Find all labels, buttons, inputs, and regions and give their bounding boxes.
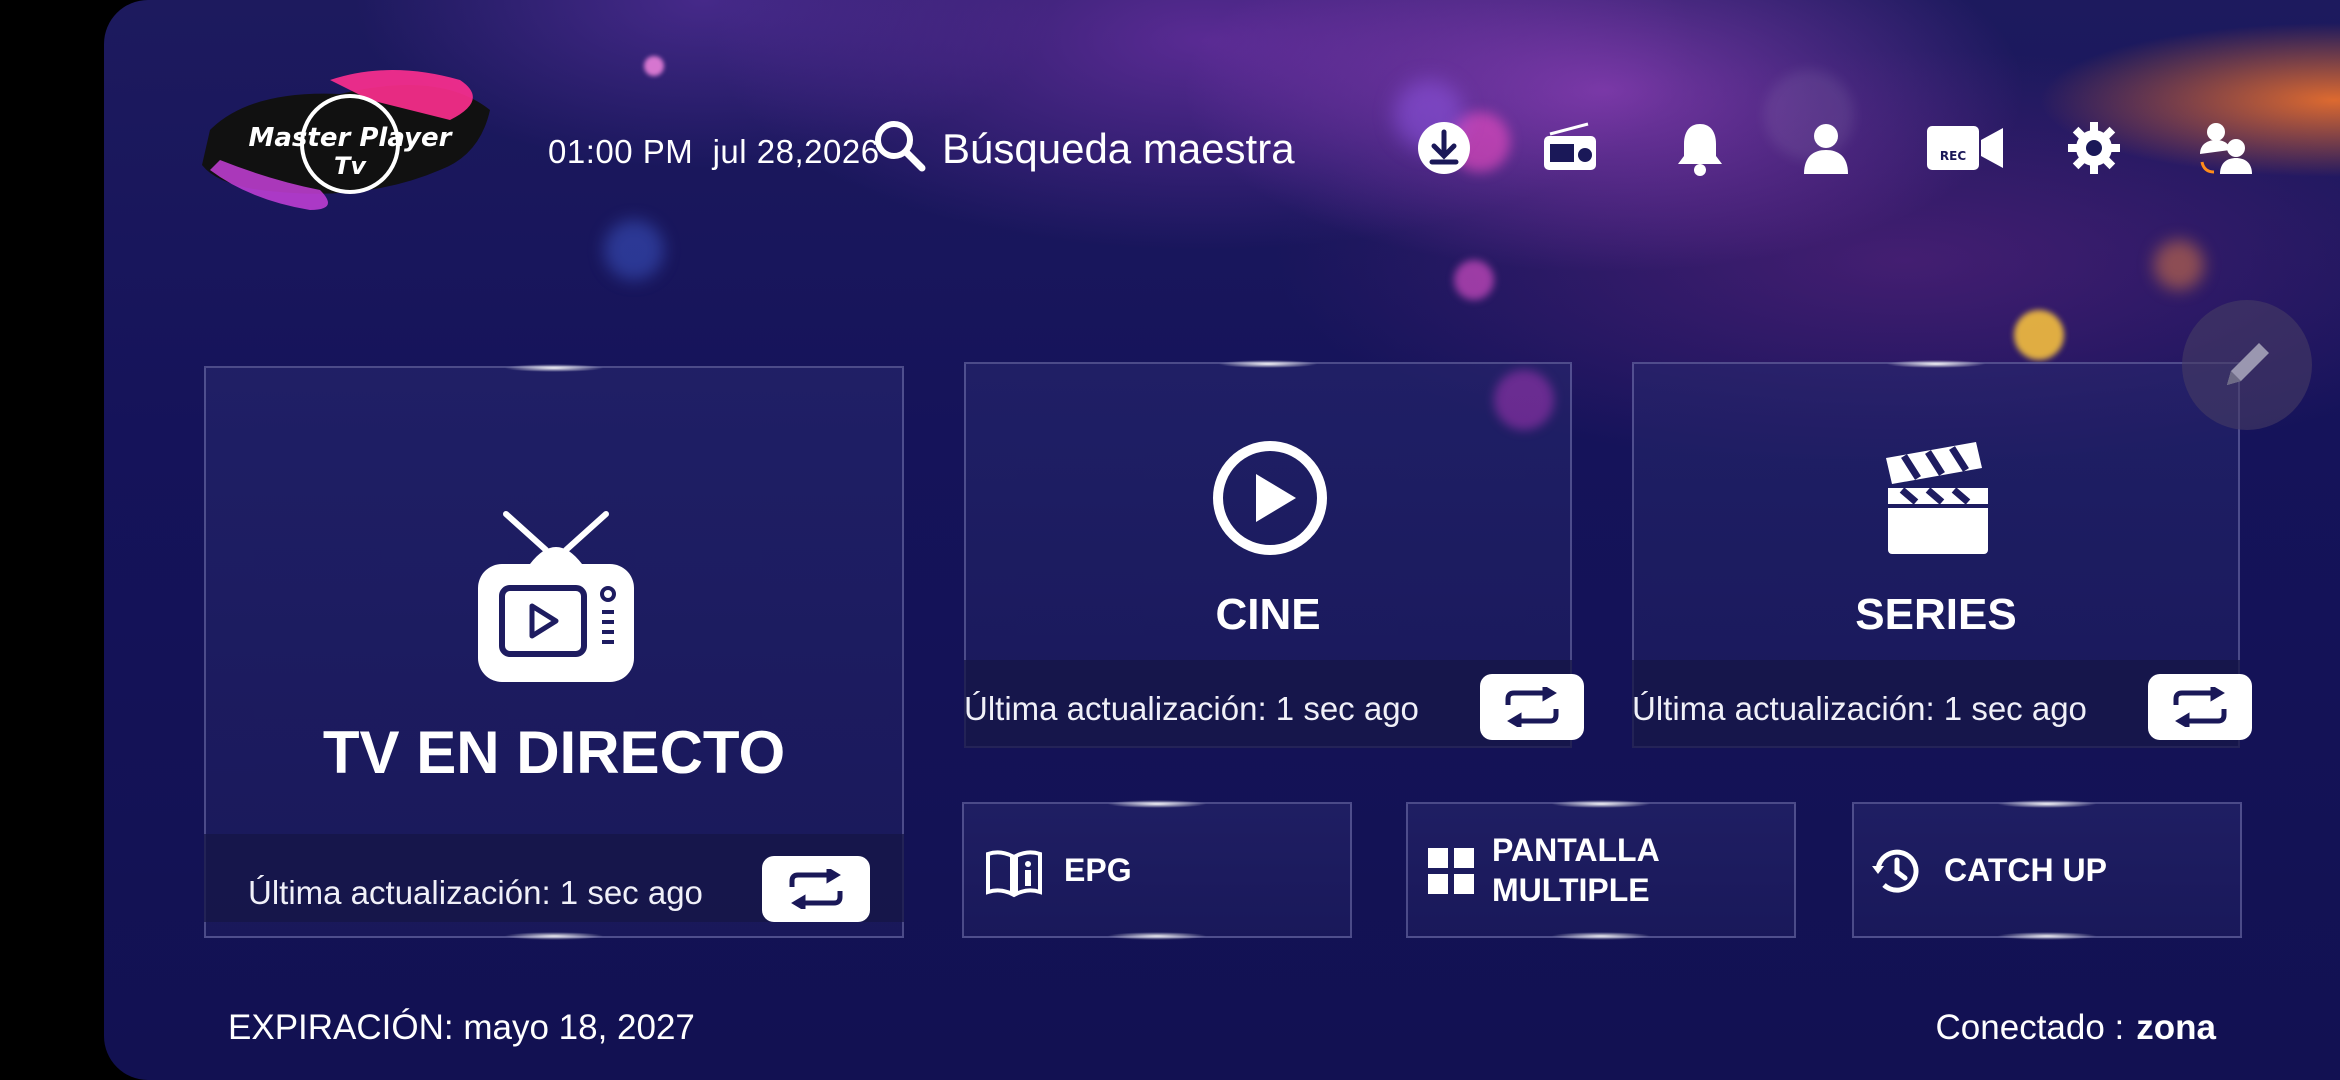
connected-label: Conectado :: [1935, 1008, 2125, 1047]
refresh-icon: [1505, 687, 1559, 727]
bokeh-light: [1454, 260, 1494, 300]
series-update-text: Última actualización: 1 sec ago: [1632, 690, 2087, 727]
grid-icon: [1428, 848, 1474, 899]
rec-camera-icon[interactable]: REC: [1920, 118, 2010, 178]
multiscreen-label-line1: PANTALLA: [1492, 832, 1660, 868]
catchup-label: CATCH UP: [1944, 852, 2107, 888]
history-icon: [1870, 844, 1924, 903]
tv-icon: [474, 508, 638, 693]
multiscreen-label: PANTALLA MULTIPLE: [1492, 830, 1660, 910]
home-screen: Master Player Tv 01:00 PM jul 28,2026 Bú…: [104, 0, 2340, 1080]
card-glow: [1107, 800, 1207, 808]
cine-title: CINE: [1215, 590, 1321, 639]
epg-button[interactable]: EPG: [962, 800, 1352, 940]
bokeh-light: [604, 220, 664, 280]
clock-time: 01:00 PM: [548, 133, 694, 170]
master-search-button[interactable]: Búsqueda maestra: [872, 118, 1295, 179]
connected-value: zona: [2136, 1008, 2216, 1047]
card-glow: [1218, 360, 1318, 368]
series-refresh-button[interactable]: [2148, 674, 2252, 740]
cine-update-text: Última actualización: 1 sec ago: [964, 690, 1419, 727]
refresh-icon: [2173, 687, 2227, 727]
bell-icon[interactable]: [1670, 118, 1730, 178]
search-label: Búsqueda maestra: [942, 124, 1295, 172]
app-logo: Master Player Tv: [190, 60, 500, 220]
clock-date: jul 28,2026: [712, 133, 880, 170]
card-glow: [1551, 800, 1651, 808]
svg-text:Tv: Tv: [334, 152, 367, 180]
live-tv-refresh-button[interactable]: [762, 856, 870, 922]
download-icon[interactable]: [1414, 118, 1474, 178]
bokeh-light: [2014, 310, 2064, 360]
search-icon: [872, 118, 928, 179]
pencil-icon: [2227, 343, 2269, 385]
card-glow: [504, 932, 604, 940]
clock-datetime: 01:00 PM jul 28,2026: [548, 133, 880, 171]
live-tv-card[interactable]: TV EN DIRECTO Última actualización: 1 se…: [204, 364, 904, 940]
connection-status: Conectado : zona: [1936, 1008, 2216, 1048]
series-title: SERIES: [1855, 590, 2017, 639]
bokeh-light: [2154, 240, 2204, 290]
book-info-icon: [984, 848, 1044, 903]
live-tv-update-text: Última actualización: 1 sec ago: [248, 874, 703, 911]
clapperboard-icon: [1878, 438, 1994, 563]
cine-refresh-button[interactable]: [1480, 674, 1584, 740]
epg-label: EPG: [1064, 852, 1132, 888]
rec-label: REC: [1940, 149, 1966, 163]
series-card[interactable]: SERIES Última actualización: 1 sec ago: [1632, 360, 2252, 748]
switch-user-icon[interactable]: [2194, 118, 2254, 178]
expiration-text: EXPIRACIÓN: mayo 18, 2027: [228, 1008, 695, 1047]
logo-text: Master Player: [249, 123, 454, 153]
card-glow: [504, 364, 604, 372]
refresh-icon: [789, 869, 843, 909]
multiscreen-button[interactable]: PANTALLA MULTIPLE: [1406, 800, 1796, 940]
card-glow: [1886, 360, 1986, 368]
radio-icon[interactable]: [1540, 118, 1600, 178]
bokeh-light: [644, 56, 664, 76]
catchup-button[interactable]: CATCH UP: [1852, 800, 2242, 940]
card-glow: [1551, 932, 1651, 940]
card-glow: [1997, 800, 2097, 808]
card-glow: [1107, 932, 1207, 940]
card-glow: [1997, 932, 2097, 940]
edit-button[interactable]: [2182, 300, 2312, 430]
cine-card[interactable]: CINE Última actualización: 1 sec ago: [964, 360, 1584, 748]
gear-icon[interactable]: [2064, 118, 2124, 178]
play-icon: [1212, 440, 1328, 561]
multiscreen-label-line2: MULTIPLE: [1492, 872, 1650, 908]
user-icon[interactable]: [1796, 118, 1856, 178]
live-tv-title: TV EN DIRECTO: [322, 719, 786, 786]
